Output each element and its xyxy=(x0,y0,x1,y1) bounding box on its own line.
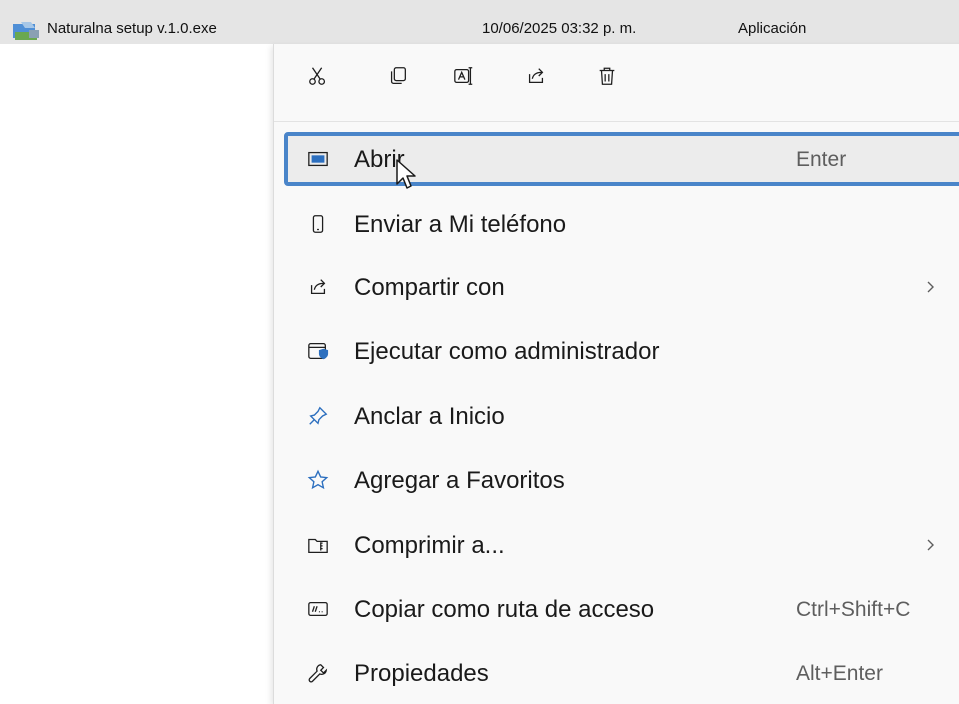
scissors-icon xyxy=(309,67,326,85)
copy-icon xyxy=(390,67,406,84)
menu-item-label: Anclar a Inicio xyxy=(354,403,505,430)
mouse-pointer-icon xyxy=(396,159,416,189)
cut-button[interactable] xyxy=(300,58,336,94)
context-menu-quick-actions xyxy=(274,44,959,120)
window-open-icon xyxy=(306,147,330,171)
trash-icon xyxy=(599,67,615,85)
rename-icon xyxy=(454,67,473,85)
menu-item-shortcut: Ctrl+Shift+C xyxy=(796,598,911,621)
menu-item-anclar-a-inicio[interactable]: Anclar a Inicio xyxy=(286,391,959,441)
menu-item-label: Copiar como ruta de acceso xyxy=(354,596,655,623)
context-menu: Abrir Enter Enviar a Mi teléfono Compart… xyxy=(273,44,959,704)
delete-button[interactable] xyxy=(589,58,625,94)
share-button[interactable] xyxy=(518,58,554,94)
share-icon xyxy=(528,68,544,84)
menu-item-label: Agregar a Favoritos xyxy=(354,467,565,494)
menu-divider xyxy=(274,121,959,122)
menu-item-shortcut: Enter xyxy=(796,148,847,171)
chevron-right-icon xyxy=(927,539,934,551)
menu-item-agregar-a-favoritos[interactable]: Agregar a Favoritos xyxy=(286,455,959,505)
menu-item-shortcut: Alt+Enter xyxy=(796,662,883,685)
file-type: Aplicación xyxy=(738,20,807,37)
menu-item-copiar-como-ruta-de-acceso[interactable]: Copiar como ruta de acceso Ctrl+Shift+C xyxy=(286,584,959,634)
path-icon xyxy=(306,597,330,621)
phone-icon xyxy=(306,212,330,236)
menu-item-propiedades[interactable]: Propiedades Alt+Enter xyxy=(286,648,959,698)
shield-window-icon xyxy=(306,339,330,363)
menu-item-ejecutar-como-administrador[interactable]: Ejecutar como administrador xyxy=(286,326,959,376)
menu-item-comprimir-a[interactable]: Comprimir a... xyxy=(286,520,959,570)
file-name: Naturalna setup v.1.0.exe xyxy=(47,20,217,37)
menu-item-label: Enviar a Mi teléfono xyxy=(354,211,567,238)
wrench-icon xyxy=(306,661,330,685)
chevron-right-icon xyxy=(927,281,934,293)
share-icon xyxy=(306,275,330,299)
pin-icon xyxy=(306,404,330,428)
file-date-modified: 10/06/2025 03:32 p. m. xyxy=(482,20,637,37)
menu-item-abrir[interactable]: Abrir Enter xyxy=(284,132,959,186)
rename-button[interactable] xyxy=(446,58,482,94)
menu-item-label: Comprimir a... xyxy=(354,532,505,559)
menu-item-label: Compartir con xyxy=(354,274,505,301)
menu-item-compartir-con[interactable]: Compartir con xyxy=(286,262,959,312)
copy-button[interactable] xyxy=(380,58,416,94)
menu-item-enviar-a-mi-telefono[interactable]: Enviar a Mi teléfono xyxy=(286,199,959,249)
menu-item-label: Ejecutar como administrador xyxy=(354,338,660,365)
installer-icon xyxy=(13,20,41,40)
file-row-selected[interactable]: Naturalna setup v.1.0.exe 10/06/2025 03:… xyxy=(0,0,959,44)
star-icon xyxy=(306,468,330,492)
zip-folder-icon xyxy=(306,533,330,557)
menu-item-label: Propiedades xyxy=(354,660,489,687)
